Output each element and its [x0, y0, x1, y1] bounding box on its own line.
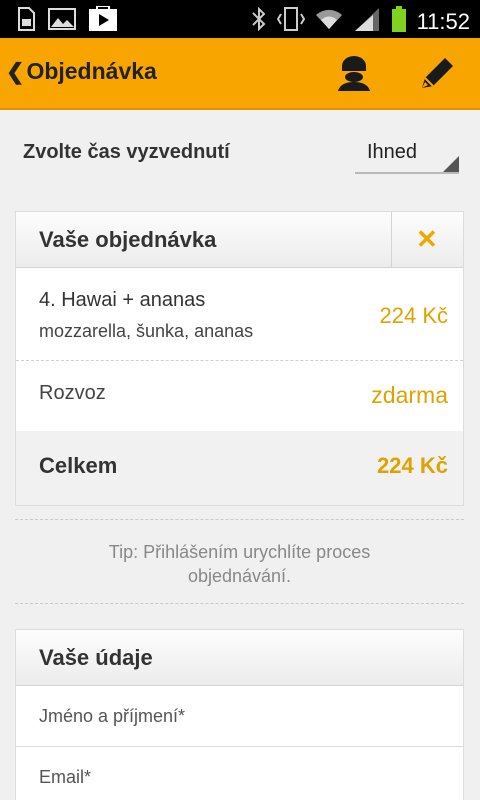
play-store-icon	[88, 5, 118, 37]
page-title: Objednávka	[26, 58, 157, 84]
pickup-time-label: Zvolte čas vyzvednutí	[23, 141, 230, 163]
user-profile-button[interactable]	[336, 56, 372, 92]
pickup-time-select[interactable]: Ihned	[355, 138, 459, 174]
details-card: Vaše údaje Jméno a příjmení* Email*	[15, 629, 464, 800]
item-description: mozzarella, šunka, ananas	[39, 321, 254, 341]
clear-order-button[interactable]: ✕	[391, 212, 463, 267]
delivery-value: zdarma	[371, 382, 448, 408]
system-icons: 11:52	[251, 5, 470, 38]
wifi-icon	[315, 7, 343, 36]
full-name-placeholder: Jméno a příjmení*	[39, 706, 186, 726]
battery-icon	[391, 5, 407, 38]
delivery-row: Rozvoz zdarma	[16, 361, 463, 431]
item-price: 224 Kč	[379, 303, 449, 328]
user-icon	[338, 56, 370, 91]
dropdown-arrow-icon	[443, 156, 459, 172]
total-label: Celkem	[39, 453, 118, 478]
order-card-header: Vaše objednávka ✕	[16, 212, 463, 268]
divider	[15, 603, 464, 604]
pickup-time-value: Ihned	[367, 141, 418, 163]
notification-icons	[16, 5, 118, 37]
total-row: Celkem 224 Kč	[16, 431, 463, 505]
tip-line-1: Tip: Přihlášením urychlíte proces	[108, 542, 371, 562]
image-icon	[48, 7, 76, 36]
divider	[15, 519, 464, 520]
order-card: Vaše objednávka ✕ 4. Hawai + ananas mozz…	[15, 211, 464, 506]
delivery-label: Rozvoz	[39, 382, 106, 404]
email-field[interactable]: Email*	[16, 747, 463, 800]
email-placeholder: Email*	[39, 767, 92, 787]
order-item[interactable]: 4. Hawai + ananas mozzarella, šunka, ana…	[16, 268, 463, 361]
bluetooth-icon	[251, 6, 267, 37]
login-tip: Tip: Přihlášením urychlíte proces objedn…	[15, 540, 464, 588]
edit-icon	[422, 58, 453, 88]
order-title: Vaše objednávka	[39, 227, 217, 252]
total-value: 224 Kč	[377, 453, 448, 478]
chevron-left-icon: ❮	[6, 58, 25, 84]
vibrate-icon	[276, 6, 305, 37]
edit-button[interactable]	[418, 56, 456, 92]
signal-icon	[353, 6, 381, 37]
close-icon: ✕	[416, 224, 438, 254]
clock: 11:52	[416, 8, 470, 34]
status-bar: 11:52	[0, 0, 480, 38]
back-button[interactable]: ❮ Objednávka	[6, 58, 157, 85]
details-card-header: Vaše údaje	[16, 630, 463, 686]
tip-line-2: objednávání.	[187, 566, 292, 586]
item-name: 4. Hawai + ananas	[39, 289, 206, 311]
sd-card-icon	[16, 7, 36, 36]
full-name-field[interactable]: Jméno a příjmení*	[16, 686, 463, 747]
details-title: Vaše údaje	[39, 645, 153, 670]
action-bar: ❮ Objednávka	[0, 38, 480, 110]
